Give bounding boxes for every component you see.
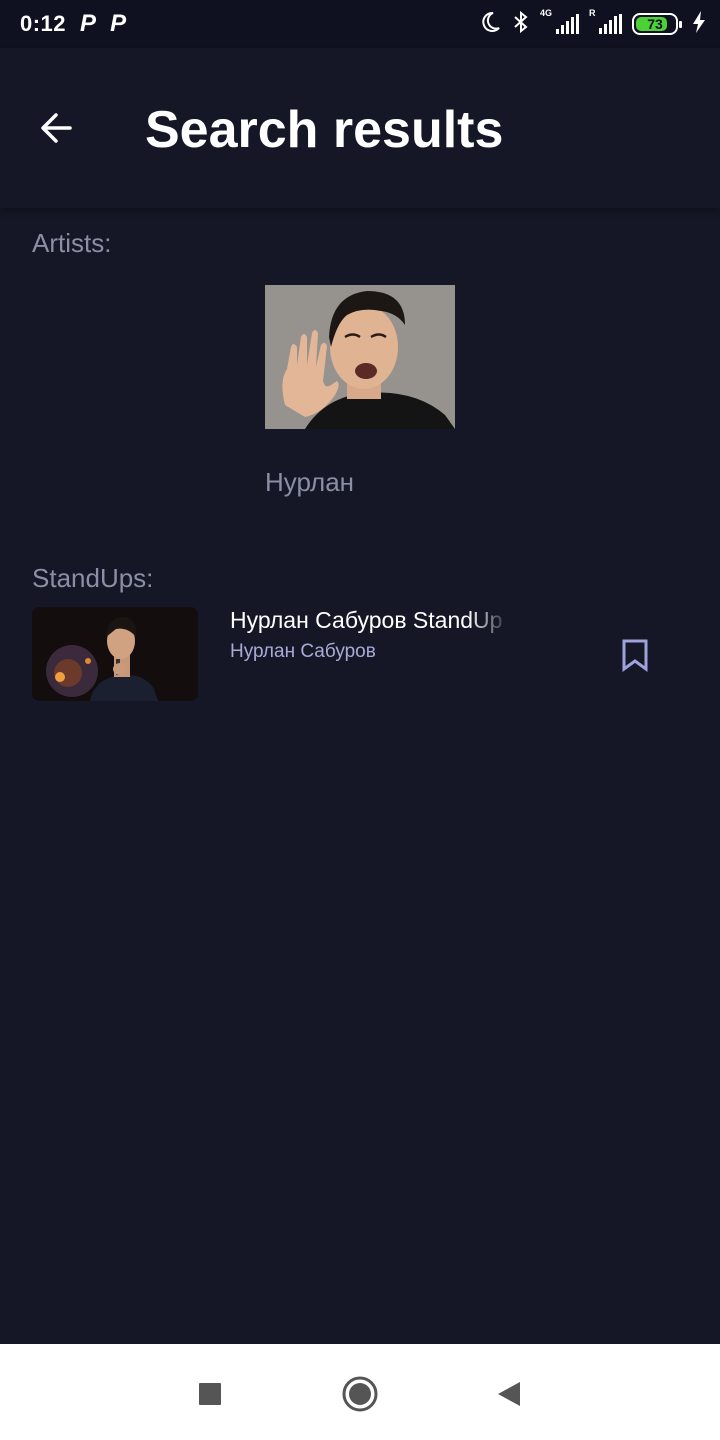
standup-list-item[interactable]: Нурлан Сабуров StandUp Нурлан Сабуров — [32, 607, 672, 701]
battery-icon: 73 — [632, 13, 682, 35]
arrow-left-icon — [41, 113, 72, 143]
charging-icon — [692, 10, 706, 38]
notification-p-icon: P — [80, 10, 97, 37]
status-bar: 0:12 P P 4G R 73 — [0, 0, 720, 48]
back-button[interactable] — [28, 104, 84, 152]
signal-roaming-icon: R — [589, 8, 622, 34]
status-icons: 4G R 73 — [478, 0, 706, 48]
app-bar: Search results — [0, 48, 720, 208]
standups-section-label: StandUps: — [32, 563, 154, 593]
bookmark-button[interactable] — [616, 635, 654, 675]
home-circle-icon — [342, 1376, 378, 1412]
status-time: 0:12 — [20, 11, 67, 36]
recents-square-icon — [199, 1383, 221, 1405]
artist-photo — [265, 285, 455, 429]
artists-section-label: Artists: — [32, 228, 112, 258]
battery-percent: 73 — [647, 16, 663, 32]
moon-icon — [478, 10, 502, 39]
bookmark-icon — [622, 639, 648, 672]
network-type-label: 4G — [540, 8, 553, 18]
system-nav-bar — [0, 1344, 720, 1440]
notification-p-icon: P — [110, 10, 127, 37]
artist-name: Нурлан — [265, 467, 355, 497]
home-button[interactable] — [340, 1374, 380, 1414]
standup-artist: Нурлан Сабуров — [230, 641, 376, 662]
page-title: Search results — [145, 101, 504, 159]
artist-card[interactable]: Нурлан — [265, 285, 455, 498]
standup-title: Нурлан Сабуров StandUp — [230, 607, 503, 633]
back-triangle-icon — [498, 1382, 520, 1406]
back-system-button[interactable] — [488, 1374, 528, 1414]
standup-thumbnail — [32, 607, 198, 701]
signal-4g-icon: 4G — [540, 8, 579, 34]
recents-button[interactable] — [190, 1374, 230, 1414]
bluetooth-icon — [512, 10, 530, 39]
roaming-label: R — [589, 8, 596, 18]
